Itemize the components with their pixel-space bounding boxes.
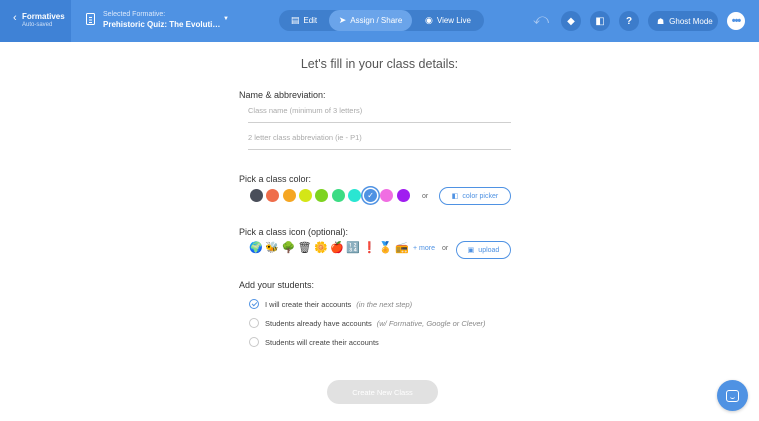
class-abbreviation-field[interactable] (248, 133, 511, 150)
option-label: Students will create their accounts (265, 337, 379, 347)
icon-section-label: Pick a class icon (optional): (239, 227, 349, 237)
tab-edit-label: Edit (303, 16, 318, 25)
option-students-create[interactable]: Students will create their accounts (249, 336, 379, 348)
upload-icon-button[interactable]: ▣ upload (456, 241, 511, 259)
paint-bucket-icon: ◧ (451, 193, 459, 200)
color-swatch[interactable] (315, 189, 329, 202)
ghost-icon: ☗ (657, 16, 665, 26)
image-icon: ▣ (467, 247, 475, 254)
document-icon (86, 13, 95, 25)
class-name-field[interactable] (248, 106, 511, 123)
tab-live-label: View Live (436, 16, 471, 25)
paper-plane-icon: ➤ (338, 15, 347, 25)
undo-icon[interactable]: ⤺ (533, 12, 549, 27)
selected-formative-dropdown[interactable]: Prehistoric Quiz: The Evolution... (103, 20, 221, 29)
back-to-formatives-button[interactable]: ‹ Formatives Auto-saved (0, 0, 71, 42)
class-icon-option[interactable]: 🌍 (249, 241, 263, 256)
class-icon-option[interactable]: 🔢 (346, 241, 360, 256)
color-picker-label: color picker (462, 192, 499, 200)
color-swatch[interactable] (331, 189, 345, 202)
option-label: Students already have accounts (265, 318, 372, 328)
class-abbreviation-input[interactable] (248, 133, 511, 142)
more-icons-link[interactable]: + more (413, 245, 435, 252)
option-create-accounts[interactable]: I will create their accounts (in the nex… (249, 298, 412, 310)
chevron-left-icon: ‹ (13, 12, 17, 24)
color-swatch[interactable] (380, 189, 394, 202)
mode-tabs: ▤ Edit ➤ Assign / Share ◉ View Live (279, 10, 484, 31)
ghost-mode-button[interactable]: ☗ Ghost Mode (648, 11, 718, 31)
paint-bucket-icon[interactable]: ◧ (590, 11, 610, 31)
class-icon-option[interactable]: 🍎 (330, 241, 344, 256)
checkmark-icon: ✓ (367, 191, 374, 200)
class-name-input[interactable] (248, 106, 511, 115)
students-section-label: Add your students: (239, 280, 315, 290)
color-swatch[interactable] (298, 189, 312, 202)
color-swatch[interactable] (282, 189, 296, 202)
back-title: Formatives (22, 12, 65, 21)
color-swatch[interactable] (396, 189, 410, 202)
top-bar: ‹ Formatives Auto-saved Selected Formati… (0, 0, 759, 42)
class-icon-option[interactable]: 🗑 (298, 241, 312, 256)
color-swatch-selected[interactable]: ✓ (364, 189, 378, 202)
edit-icon: ▤ (290, 15, 300, 25)
color-section-label: Pick a class color: (239, 174, 312, 184)
tab-assign-share[interactable]: ➤ Assign / Share (329, 10, 412, 31)
more-options-icon[interactable]: ••• (727, 12, 745, 30)
class-icon-option[interactable]: 🌼 (314, 241, 328, 256)
help-icon[interactable]: ? (619, 11, 639, 31)
tab-edit[interactable]: ▤ Edit (279, 10, 329, 31)
option-hint: (w/ Formative, Google or Clever) (376, 318, 486, 328)
color-swatch[interactable] (250, 189, 263, 202)
option-label: I will create their accounts (265, 299, 352, 309)
color-swatch[interactable] (347, 189, 361, 202)
chat-support-button[interactable] (717, 380, 748, 411)
autosave-status: Auto-saved (22, 22, 53, 28)
class-icon-option[interactable]: 🐝 (265, 241, 279, 256)
name-section-label: Name & abbreviation: (239, 90, 326, 100)
color-swatch[interactable] (266, 189, 280, 202)
radio-icon[interactable] (249, 337, 259, 347)
class-icon-option[interactable]: 📻 (395, 241, 409, 256)
option-existing-accounts[interactable]: Students already have accounts (w/ Forma… (249, 317, 486, 329)
selected-formative-label: Selected Formative: (103, 11, 166, 18)
page-title: Let's fill in your class details: (300, 57, 459, 71)
class-icon-option[interactable]: 🌳 (281, 241, 296, 256)
or-text-2: or (442, 245, 449, 252)
option-hint: (in the next step) (356, 299, 413, 309)
upload-label: upload (478, 246, 500, 254)
tab-assign-label: Assign / Share (350, 16, 403, 25)
radio-icon[interactable] (249, 318, 259, 328)
caret-down-icon[interactable]: ▼ (223, 16, 229, 22)
ghost-mode-label: Ghost Mode (669, 16, 713, 26)
tab-view-live[interactable]: ◉ View Live (412, 10, 484, 31)
radio-checked-icon[interactable] (249, 299, 259, 309)
create-new-class-button[interactable]: Create New Class (327, 380, 438, 404)
or-text: or (422, 193, 429, 200)
color-picker-button[interactable]: ◧ color picker (439, 187, 511, 205)
tag-icon[interactable]: ◆ (561, 11, 581, 31)
class-icon-option[interactable]: 🏅 (379, 241, 393, 256)
class-icon-option[interactable]: ❗ (362, 241, 377, 256)
eye-chat-icon: ◉ (425, 15, 433, 25)
chat-icon (726, 389, 739, 402)
